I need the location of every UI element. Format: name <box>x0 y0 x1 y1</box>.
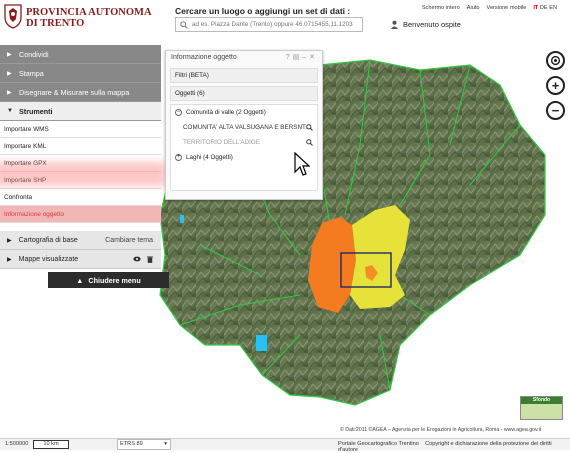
menu-draw-measure[interactable]: ▶ Disegnare & Misurare sulla mappa <box>0 83 161 102</box>
crs-select[interactable]: ETRS 89 ▾ <box>117 439 171 450</box>
chevron-down-icon: ▾ <box>164 441 167 447</box>
help-link[interactable]: Aiuto <box>467 5 480 11</box>
lang-en[interactable]: EN <box>549 5 557 11</box>
panel-title: Informazione oggetto <box>171 54 237 61</box>
tool-import-kml[interactable]: Importare KML <box>0 138 161 155</box>
mobile-version-link[interactable]: Versione mobile <box>487 5 527 11</box>
item-label: COMUNITA' ALTA VALSUGANA E BERSNT... <box>183 124 311 131</box>
print-icon[interactable]: ▤ <box>293 54 303 61</box>
chevron-right-icon: ▶ <box>7 51 12 58</box>
menu-print[interactable]: ▶ Stampa <box>0 64 161 83</box>
group-laghi-label: Laghi (4 Oggetti) <box>186 154 233 161</box>
eye-icon[interactable] <box>133 256 141 262</box>
zoom-to-icon[interactable] <box>306 139 313 146</box>
chevron-right-icon: ▶ <box>7 237 12 244</box>
close-menu-label: Chiudere menu <box>88 275 141 285</box>
help-icon[interactable]: ? <box>286 54 293 61</box>
chevron-right-icon: ▶ <box>7 256 12 263</box>
list-item[interactable]: COMUNITA' ALTA VALSUGANA E BERSNT... <box>171 120 317 135</box>
map-credits: © Dati:2011 ©AGEA – Agenzia per le Eroga… <box>340 427 542 433</box>
visible-maps-label: Mappe visualizzate <box>18 255 79 263</box>
chevron-right-icon: ▶ <box>7 70 12 77</box>
menu-print-label: Stampa <box>19 68 44 78</box>
search-input[interactable] <box>192 18 362 31</box>
expand-icon[interactable]: + <box>175 154 182 161</box>
header: PROVINCIA AUTONOMA DI TRENTO Cercare un … <box>0 0 570 45</box>
layer-panel: ▶ Cartografia di base Cambiare tema ▶ Ma… <box>0 231 161 269</box>
scale-ratio: 1:500000 <box>5 441 29 447</box>
list-item[interactable]: TERRITORIO DELL'ADIGE <box>171 135 317 150</box>
chevron-right-icon: ▶ <box>7 89 12 96</box>
menu-tools-label: Strumenti <box>19 106 53 116</box>
objects-tree: − Comunità di valle (2 Oggetti) COMUNITA… <box>170 104 318 191</box>
caret-up-icon: ▲ <box>76 275 84 285</box>
menu-share-label: Condividi <box>19 49 49 59</box>
brand-line1: PROVINCIA AUTONOMA <box>26 7 152 18</box>
zoom-out-button[interactable]: − <box>546 101 565 120</box>
item-label: TERRITORIO DELL'ADIGE <box>183 139 261 146</box>
trash-icon[interactable] <box>147 256 153 263</box>
base-map-label: Cartografia di base <box>18 236 78 244</box>
minus-icon: − <box>551 103 560 118</box>
zoom-in-button[interactable]: + <box>546 76 565 95</box>
background-switcher[interactable]: Sfondo <box>520 396 563 420</box>
status-bar: 1:500000 10 km ETRS 89 ▾ Portale Geocart… <box>0 438 570 453</box>
menu-tools[interactable]: ▼ Strumenti <box>0 102 161 121</box>
search-title: Cercare un luogo o aggiungi un set di da… <box>175 6 351 16</box>
lang-it[interactable]: IT <box>533 5 538 11</box>
user-menu[interactable]: Benvenuto ospite <box>390 20 461 29</box>
chevron-down-icon: ▼ <box>7 108 13 114</box>
collapse-icon[interactable]: − <box>175 109 182 116</box>
crs-value: ETRS 89 <box>120 441 143 447</box>
region-yellow <box>350 205 410 309</box>
coat-of-arms-logo[interactable] <box>3 3 23 29</box>
scale-bar: 10 km <box>33 440 69 449</box>
group-comunita[interactable]: − Comunità di valle (2 Oggetti) <box>171 105 317 120</box>
base-map-row[interactable]: ▶ Cartografia di base Cambiare tema <box>0 231 161 250</box>
highlight-glow <box>0 162 166 186</box>
object-info-panel: Informazione oggetto ?▤–✕ Filtri (BETA) … <box>165 50 323 200</box>
search-icon <box>180 21 188 29</box>
brand-line2: DI TRENTO <box>26 18 85 29</box>
brand-title[interactable]: PROVINCIA AUTONOMA DI TRENTO <box>26 7 152 29</box>
change-theme-link[interactable]: Cambiare tema <box>105 237 153 244</box>
filter-section[interactable]: Filtri (BETA) <box>170 68 318 83</box>
locate-icon <box>550 55 561 66</box>
user-icon <box>390 20 399 29</box>
plus-icon: + <box>551 78 560 93</box>
menu-share[interactable]: ▶ Condividi <box>0 45 161 64</box>
zoom-to-icon[interactable] <box>306 124 313 131</box>
user-label: Benvenuto ospite <box>403 20 461 29</box>
lang-de[interactable]: DE <box>540 5 548 11</box>
visible-maps-row[interactable]: ▶ Mappe visualizzate <box>0 250 161 269</box>
mouse-cursor-icon <box>294 152 310 176</box>
tool-import-wms[interactable]: Importare WMS <box>0 121 161 138</box>
fullscreen-link[interactable]: Schermo intero <box>422 5 460 11</box>
top-links: Schermo intero Aiuto Versione mobile IT … <box>422 5 557 11</box>
close-menu-button[interactable]: ▲ Chiudere menu <box>48 272 169 288</box>
panel-controls: ?▤–✕ <box>286 53 318 61</box>
tool-object-info[interactable]: Informazione oggetto <box>0 206 161 223</box>
background-label: Sfondo <box>521 397 562 404</box>
search-box[interactable] <box>175 17 363 32</box>
panel-header: Informazione oggetto ?▤–✕ <box>166 51 322 65</box>
close-icon[interactable]: ✕ <box>309 54 318 61</box>
footer-links: Portale Geocartografico Trentino Copyrig… <box>338 441 570 453</box>
group-comunita-label: Comunità di valle (2 Oggetti) <box>186 109 266 116</box>
tool-compare[interactable]: Confronta <box>0 189 161 206</box>
side-menu: ▶ Condividi ▶ Stampa ▶ Disegnare & Misurare… <box>0 45 161 223</box>
objects-section-header[interactable]: Oggetti (6) <box>170 86 318 101</box>
language-switch: IT DE EN <box>533 5 557 11</box>
menu-draw-measure-label: Disegnare & Misurare sulla mappa <box>19 87 130 97</box>
geolocate-button[interactable] <box>546 51 565 70</box>
